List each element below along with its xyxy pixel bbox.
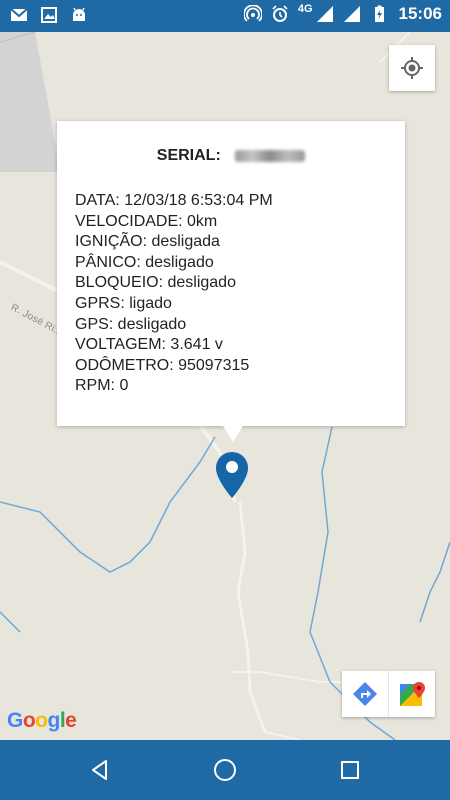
info-line-data: DATA: 12/03/18 6:53:04 PM: [75, 192, 273, 209]
info-line-gprs: GPRS: ligado: [75, 294, 172, 312]
map-toolbar: [342, 671, 435, 717]
battery-charging-icon: [374, 5, 384, 22]
svg-text:Google: Google: [7, 709, 76, 732]
back-button[interactable]: [85, 755, 115, 785]
signal-icon: [343, 6, 360, 22]
status-bar: 4G 15:06: [0, 0, 450, 32]
marker-info-window: SERIAL: DATA: 12/03/18 6:53:04 PM VELOCI…: [57, 121, 405, 442]
info-line-rpm: RPM: 0: [75, 377, 129, 395]
android-icon: [73, 7, 85, 21]
network-type: 4G: [297, 3, 313, 15]
navigation-bar: [0, 740, 450, 800]
google-maps-icon: [400, 682, 425, 706]
google-logo: Google: [7, 707, 79, 739]
info-line-voltagem: VOLTAGEM: 3.641 v: [75, 336, 223, 354]
directions-icon: [353, 682, 377, 706]
signal-icon: [316, 6, 333, 22]
info-line-ignicao: IGNIÇÃO: desligada: [75, 233, 220, 251]
serial-row: SERIAL:: [57, 147, 405, 165]
info-line-bloqueio: BLOQUEIO: desligado: [75, 274, 236, 292]
recents-icon: [341, 761, 359, 779]
alarm-icon: [272, 5, 288, 22]
gmail-icon: [10, 8, 28, 21]
clock: 15:06: [398, 4, 442, 23]
info-line-gps: GPS: desligado: [75, 315, 187, 333]
back-icon: [92, 760, 107, 780]
recents-button[interactable]: [335, 755, 365, 785]
info-line-panico: PÂNICO: desligado: [75, 253, 214, 271]
info-line-velocidade: VELOCIDADE: 0km: [75, 212, 218, 230]
my-location-button[interactable]: [389, 45, 435, 91]
my-location-icon: [401, 57, 423, 79]
vehicle-status-lines: DATA: 12/03/18 6:53:04 PM VELOCIDADE: 0k…: [75, 191, 273, 397]
hotspot-icon: [243, 5, 262, 22]
info-line-odometro: ODÔMETRO: 95097315: [75, 356, 250, 374]
open-in-maps-button[interactable]: [389, 671, 435, 717]
directions-button[interactable]: [342, 671, 388, 717]
image-icon: [41, 7, 57, 23]
home-icon: [214, 759, 236, 781]
serial-redacted-value: [235, 149, 306, 162]
map-pin-icon[interactable]: [216, 452, 248, 498]
serial-label: SERIAL:: [156, 147, 221, 164]
home-button[interactable]: [210, 755, 240, 785]
